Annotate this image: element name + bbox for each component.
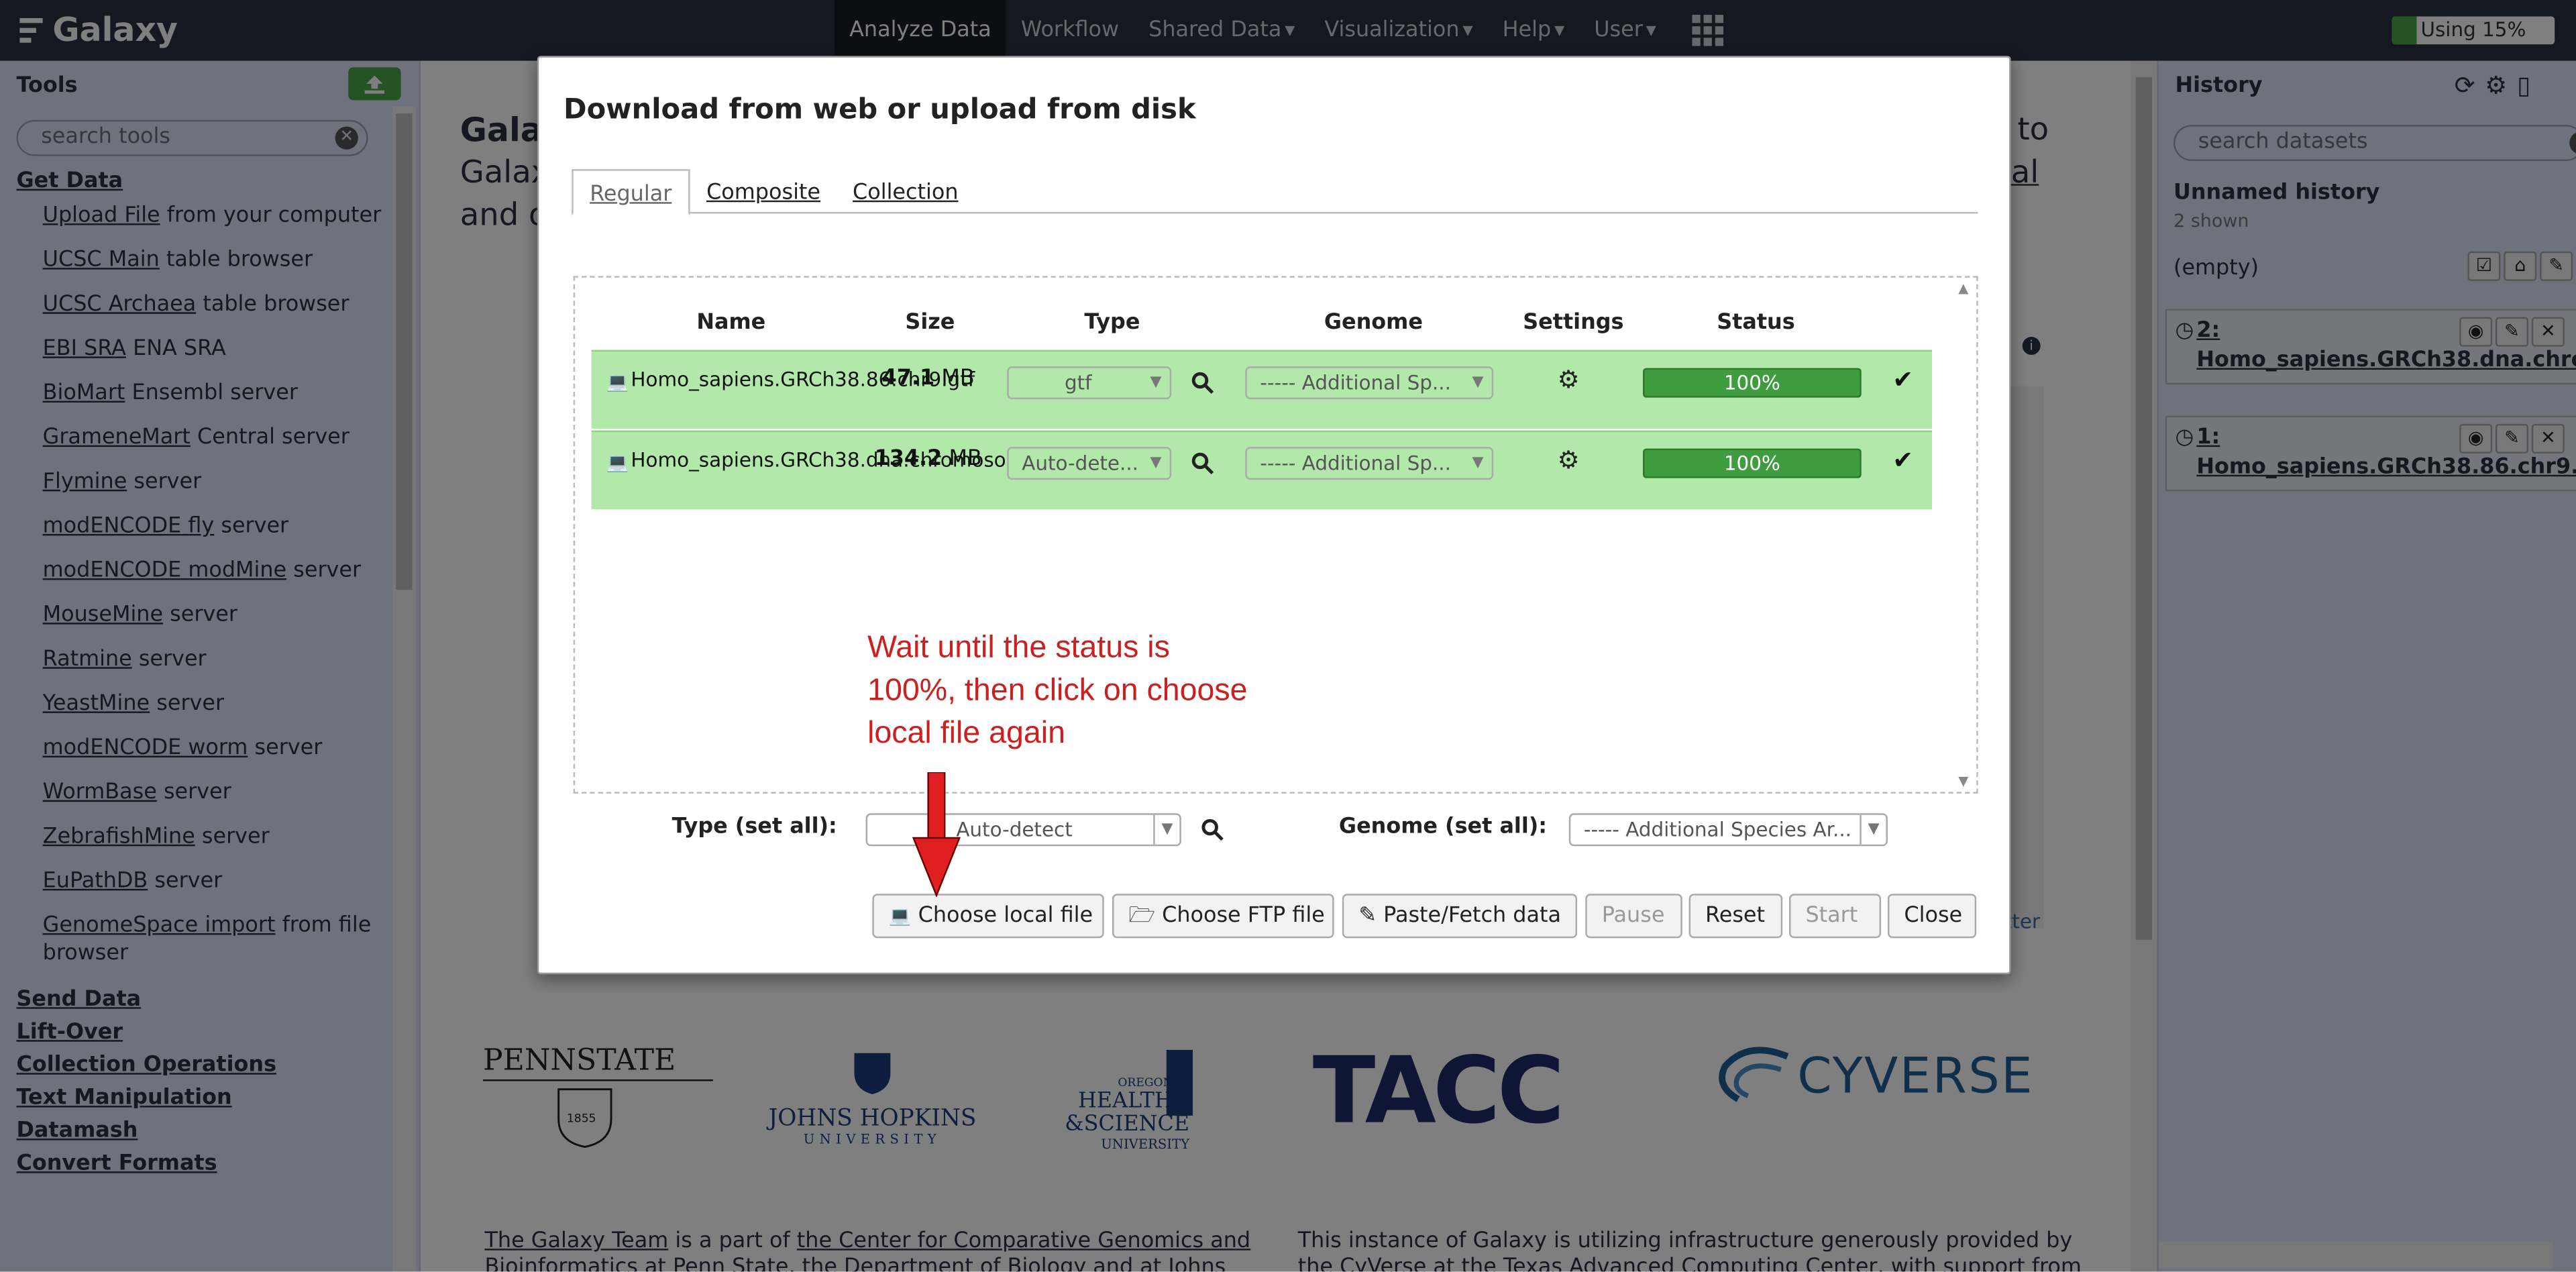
tab-regular[interactable]: Regular (572, 169, 690, 215)
edit-icon: ✎ (1358, 903, 1377, 929)
check-icon: ✔ (1892, 445, 1914, 475)
col-status: Status (1717, 310, 1795, 335)
progress-label: 100% (1723, 371, 1780, 394)
dialog-title: Download from web or upload from disk (564, 93, 1196, 127)
col-size: Size (905, 310, 955, 335)
folder-open-icon: 🗁 (1128, 903, 1155, 929)
search-icon[interactable] (1191, 452, 1214, 475)
button-label: Choose local file (918, 903, 1093, 929)
button-label: Choose FTP file (1162, 903, 1325, 929)
genome-value: ----- Additional Sp... (1260, 452, 1451, 475)
col-type: Type (1084, 310, 1140, 335)
size-number: 134.2 (874, 447, 943, 472)
caret-down-icon: ▼ (1860, 814, 1886, 845)
type-set-all-value: Auto-detect (956, 818, 1073, 841)
button-label: Pause (1601, 903, 1665, 929)
caret-down-icon: ▼ (1150, 374, 1162, 391)
start-button[interactable]: Start (1788, 894, 1882, 939)
file-name: Homo_sapiens.GRCh38.dna.chromosome.9.fa (631, 448, 1082, 472)
search-icon[interactable] (1191, 371, 1214, 394)
scroll-up-icon[interactable]: ▲ (1958, 281, 1968, 296)
genome-set-all-value: ----- Additional Species Ar... (1583, 818, 1852, 841)
caret-down-icon: ▼ (1472, 455, 1484, 472)
annotation-text: Wait until the status is 100%, then clic… (867, 631, 1248, 751)
genome-set-all-select[interactable]: ----- Additional Species Ar... ▼ (1568, 813, 1888, 847)
choose-local-file-button[interactable]: 💻 Choose local file (872, 894, 1104, 939)
type-set-all-label: Type (set all): (672, 814, 837, 840)
galaxy-app: Galaxy Analyze Data Workflow Shared Data… (0, 0, 2576, 1272)
caret-down-icon: ▼ (1472, 374, 1484, 391)
annotation-arrow-icon (912, 772, 961, 898)
type-value: Auto-dete... (1022, 452, 1139, 475)
caret-down-icon: ▼ (1150, 455, 1162, 472)
paste-fetch-button[interactable]: ✎ Paste/Fetch data (1342, 894, 1578, 939)
check-icon: ✔ (1892, 364, 1914, 394)
file-size: 47.1 MB (857, 366, 999, 391)
button-label: Close (1904, 903, 1963, 929)
laptop-icon: 💻 (888, 905, 912, 927)
queue-header: Name Size Type Genome Settings Status (592, 311, 1932, 350)
choose-ftp-file-button[interactable]: 🗁 Choose FTP file (1112, 894, 1334, 939)
gear-icon[interactable]: ⚙ (1558, 365, 1580, 394)
file-size: 134.2 MB (857, 447, 999, 472)
genome-set-all-label: Genome (set all): (1338, 814, 1548, 840)
genome-select[interactable]: ----- Additional Sp... ▼ (1245, 447, 1494, 480)
col-genome: Genome (1324, 310, 1423, 335)
gear-icon[interactable]: ⚙ (1558, 445, 1580, 475)
reset-button[interactable]: Reset (1688, 894, 1783, 939)
laptop-icon: 💻 (606, 371, 629, 393)
queue-row: 💻 Homo_sapiens.GRCh38.dna.chromosome.9.f… (591, 430, 1933, 510)
set-all-row: Type (set all): Auto-detect ▼ Genome (set… (670, 808, 1951, 848)
col-name: Name (696, 310, 766, 335)
scroll-down-icon[interactable]: ▼ (1958, 774, 1968, 788)
genome-value: ----- Additional Sp... (1260, 371, 1451, 394)
type-select[interactable]: Auto-dete... ▼ (1007, 447, 1172, 480)
upload-queue: Name Size Type Genome Settings Status 💻 … (573, 276, 1978, 794)
tab-composite[interactable]: Composite (690, 169, 837, 215)
button-label: Start (1805, 903, 1858, 929)
size-unit: MB (941, 366, 975, 391)
col-settings: Settings (1523, 310, 1624, 335)
upload-dialog: Download from web or upload from disk Re… (537, 56, 2011, 975)
queue-row: 💻 Homo_sapiens.GRCh38.86.chr9.gtf 47.1 M… (591, 350, 1933, 429)
size-number: 47.1 (881, 366, 935, 391)
button-label: Paste/Fetch data (1383, 903, 1562, 929)
size-unit: MB (949, 447, 982, 472)
upload-progress: 100% (1643, 368, 1862, 398)
search-icon[interactable] (1201, 818, 1224, 841)
type-value: gtf (1064, 371, 1092, 394)
dialog-tabs: Regular Composite Collection (572, 169, 1978, 215)
laptop-icon: 💻 (606, 452, 629, 474)
type-select[interactable]: gtf ▼ (1007, 366, 1172, 400)
file-name: Homo_sapiens.GRCh38.86.chr9.gtf (631, 368, 975, 391)
tab-collection[interactable]: Collection (837, 169, 975, 215)
close-button[interactable]: Close (1887, 894, 1977, 939)
pause-button[interactable]: Pause (1585, 894, 1682, 939)
button-label: Reset (1705, 903, 1766, 929)
upload-progress: 100% (1643, 448, 1862, 478)
caret-down-icon: ▼ (1153, 814, 1179, 845)
queue-scrollbar[interactable]: ▲ ▼ (1953, 278, 1976, 792)
progress-label: 100% (1723, 452, 1780, 475)
genome-select[interactable]: ----- Additional Sp... ▼ (1245, 366, 1494, 400)
